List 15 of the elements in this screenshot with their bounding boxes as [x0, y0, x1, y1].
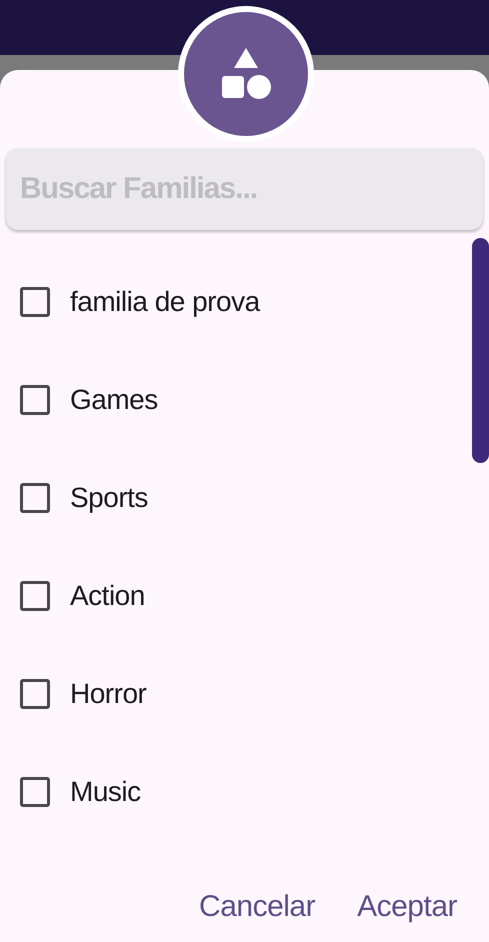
checkbox[interactable]: [20, 679, 50, 709]
item-label[interactable]: Horror: [70, 678, 146, 710]
item-label[interactable]: Action: [70, 580, 145, 612]
accept-button[interactable]: Aceptar: [351, 886, 463, 928]
item-label[interactable]: Music: [70, 776, 141, 808]
scrollbar[interactable]: [472, 238, 489, 463]
checkbox[interactable]: [20, 483, 50, 513]
checkbox[interactable]: [20, 581, 50, 611]
item-label[interactable]: Sports: [70, 482, 148, 514]
item-label[interactable]: Games: [70, 384, 158, 416]
checkbox[interactable]: [20, 287, 50, 317]
item-label[interactable]: familia de prova: [70, 286, 260, 318]
cancel-button[interactable]: Cancelar: [193, 886, 322, 928]
checkbox[interactable]: [20, 777, 50, 807]
checkbox[interactable]: [20, 385, 50, 415]
